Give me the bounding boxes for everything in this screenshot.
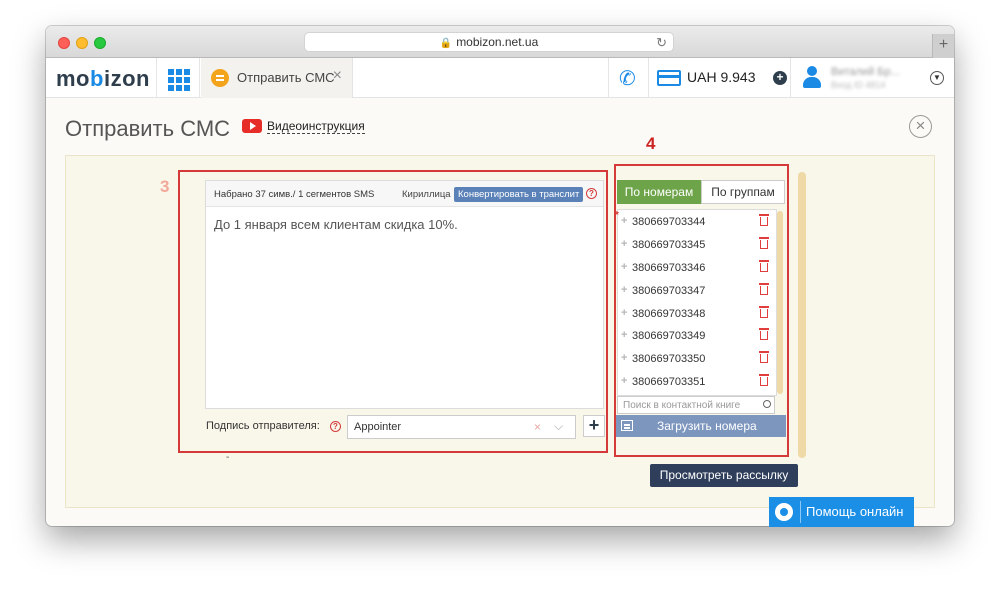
close-window-button[interactable] [58,37,70,49]
top-up-plus-icon[interactable]: + [773,71,787,85]
page-scrollbar[interactable] [798,172,806,458]
annotation-marker-4: 4 [646,134,656,153]
mobizon-logo[interactable]: mobizon [56,66,150,92]
online-help-label: Помощь онлайн [806,504,904,519]
balance-amount: UAH 9.943 [687,69,756,85]
lock-icon: 🔒 [439,38,453,49]
divider [800,501,801,523]
preview-mailing-button[interactable]: Просмотреть рассылку [650,464,798,487]
address-bar[interactable]: 🔒 mobizon.net.ua ↻ [304,32,674,52]
user-subtitle: Вход ID 4814 [831,80,886,90]
credit-card-icon [657,70,681,86]
divider: - [226,452,230,463]
annotation-marker-3: 3 [160,177,170,196]
online-help-button[interactable]: Помощь онлайн [769,497,914,527]
phone-button[interactable]: ✆ [608,58,648,98]
video-instruction-label: Видеоинструкция [267,119,365,134]
close-page-icon[interactable]: × [909,115,932,138]
youtube-play-icon [242,119,262,133]
chevron-down-icon[interactable]: ▼ [930,71,944,85]
balance-widget[interactable]: UAH 9.943 + [648,58,790,98]
chat-icon [775,503,793,521]
new-tab-button[interactable]: + [932,34,954,58]
highlight-box-recipients [614,164,789,457]
zoom-window-button[interactable] [94,37,106,49]
tab-send-sms-label: Отправить СМС [237,70,335,85]
apps-grid-icon[interactable] [156,58,200,98]
user-name: Виталий Бр... [831,66,900,78]
user-menu[interactable]: Виталий Бр... Вход ID 4814 ▼ [790,58,954,98]
close-tab-icon[interactable]: × [333,67,342,85]
tab-send-sms[interactable]: Отправить СМС × [201,58,353,98]
highlight-box-message [178,170,608,453]
minimize-window-button[interactable] [76,37,88,49]
chat-bubble-icon [211,69,229,87]
browser-titlebar: 🔒 mobizon.net.ua ↻ + [46,26,954,58]
page-title: Отправить СМС [65,116,231,141]
avatar-icon [803,66,821,88]
url-text: mobizon.net.ua [456,35,539,49]
app-header: mobizon Отправить СМС × ✆ UAH 9.943 + Ви… [46,58,954,98]
reload-icon[interactable]: ↻ [656,33,667,52]
phone-icon: ✆ [619,68,636,90]
